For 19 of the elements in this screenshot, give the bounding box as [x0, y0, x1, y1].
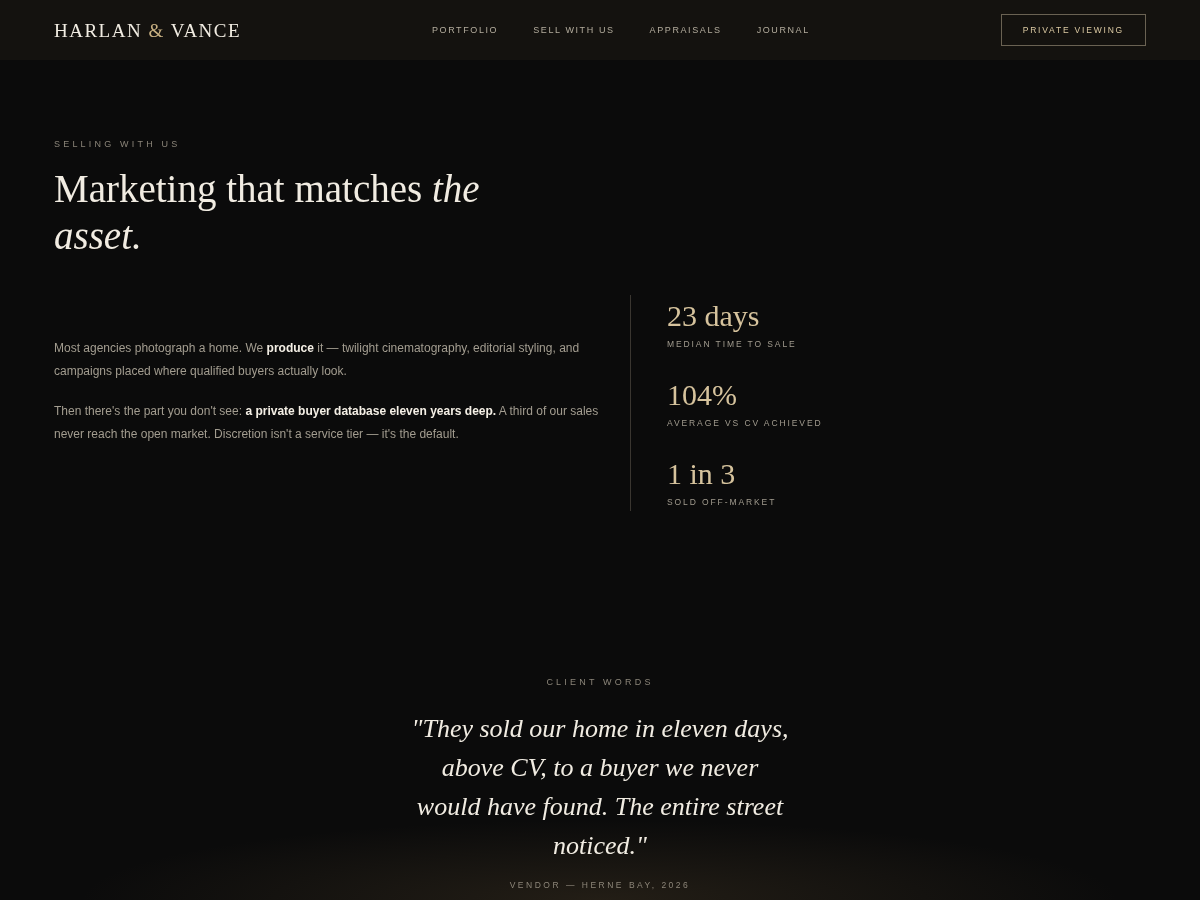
- private-viewing-button[interactable]: PRIVATE VIEWING: [1000, 14, 1146, 46]
- stat-value: 104%: [667, 379, 737, 411]
- nav-link[interactable]: APPRAISALS: [649, 25, 722, 35]
- section-eyebrow: CLIENT WORDS: [546, 677, 654, 687]
- quote-attribution: VENDOR — HERNE BAY, 2026: [509, 880, 691, 890]
- nav-link[interactable]: PORTFOLIO: [431, 25, 499, 35]
- nav-link[interactable]: JOURNAL: [756, 25, 810, 35]
- site-logo[interactable]: HARLAN & VANCE: [54, 18, 242, 42]
- body-paragraph: Then there's the part you don't see: a private buyer database eleven years deep. A third of our sales never reach the open market. Discretion isn't a service tier — it's the default.: [54, 402, 600, 443]
- testimonial-quote: "They sold our home in eleven days, above CV, to a buyer we never would have found. The entire street noticed.": [410, 713, 790, 862]
- body-paragraph: Most agencies photograph a home. We produce it — twilight cinematography, editorial styling, and campaigns placed where qualified buyers actually look.: [54, 339, 581, 380]
- nav-link[interactable]: SELL WITH US: [533, 25, 615, 35]
- stat-label: SOLD OFF-MARKET: [667, 497, 777, 507]
- stat-label: AVERAGE VS CV ACHIEVED: [667, 418, 823, 428]
- section-heading: Marketing that matches the asset.: [54, 166, 481, 259]
- stat-value: 1 in 3: [667, 458, 736, 490]
- section-eyebrow: SELLING WITH US: [54, 139, 181, 149]
- stat-value: 23 days: [667, 300, 760, 332]
- stat-label: MEDIAN TIME TO SALE: [667, 339, 797, 349]
